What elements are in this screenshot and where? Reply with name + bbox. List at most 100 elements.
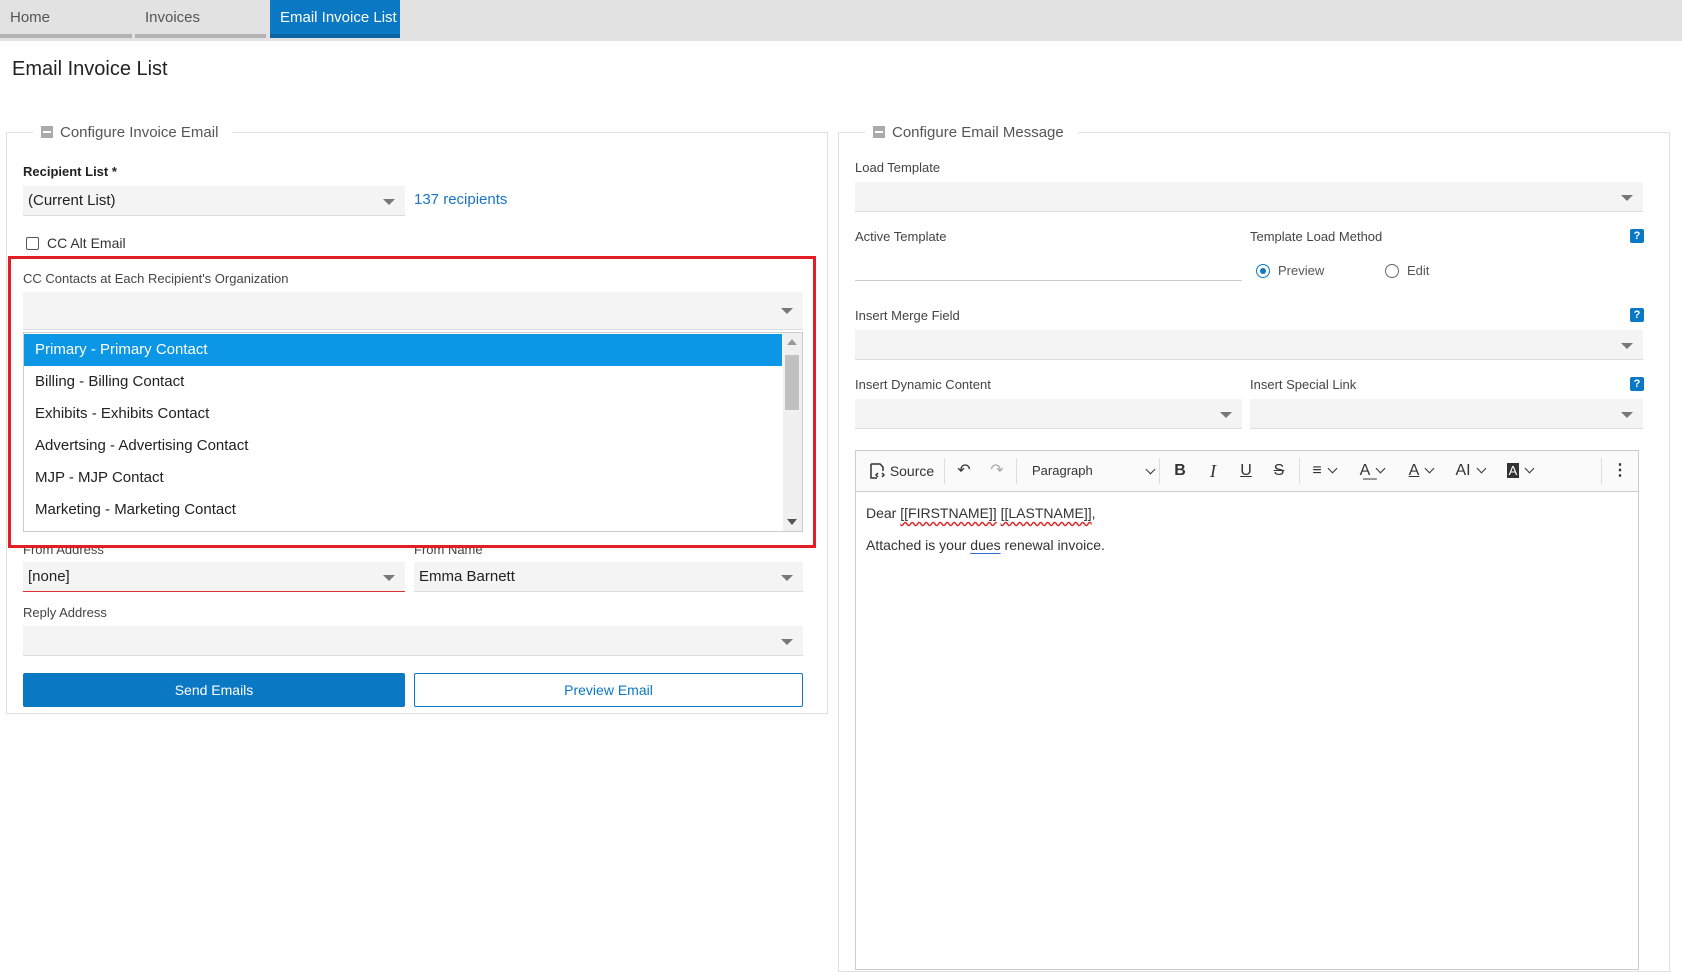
email-body-editor[interactable]: Source ↶ ↷ Paragraph B I U S ≡ A͟ A AI A… — [855, 450, 1639, 970]
radio-preview[interactable] — [1256, 264, 1270, 278]
cc-alt-email-checkbox[interactable] — [26, 237, 39, 250]
chevron-down-icon — [1476, 463, 1487, 474]
dues-text: dues — [970, 537, 1001, 553]
font-size-icon: A͟ — [1359, 462, 1371, 479]
font-family-icon: AI — [1455, 462, 1471, 479]
chevron-down-icon — [1375, 463, 1386, 474]
from-name-select[interactable]: Emma Barnett — [414, 562, 803, 592]
insert-special-link-label: Insert Special Link — [1250, 377, 1357, 392]
paragraph-dropdown[interactable]: Paragraph — [1024, 451, 1162, 491]
cc-contacts-select[interactable] — [23, 292, 803, 330]
radio-edit-label: Edit — [1407, 263, 1430, 278]
legend-text: Configure Invoice Email — [60, 124, 219, 141]
cc-alt-email-label: CC Alt Email — [47, 235, 126, 251]
recipient-count-link[interactable]: 137 recipients — [414, 191, 507, 208]
editor-line-2: Attached is your dues renewal invoice. — [866, 537, 1105, 553]
configure-invoice-email-legend[interactable]: Configure Invoice Email — [33, 123, 233, 143]
align-dropdown[interactable]: ≡ — [1304, 451, 1344, 491]
chevron-down-icon — [1621, 412, 1633, 418]
load-template-select[interactable] — [855, 182, 1643, 212]
insert-special-link-select[interactable] — [1250, 399, 1643, 429]
source-icon — [870, 463, 885, 479]
from-name-value: Emma Barnett — [419, 568, 515, 585]
body-text: renewal invoice. — [1000, 537, 1105, 553]
font-size-dropdown[interactable]: A͟ — [1351, 451, 1393, 491]
undo-icon: ↶ — [957, 462, 971, 479]
more-vertical-icon: ⋮ — [1612, 462, 1628, 479]
redo-button[interactable]: ↷ — [984, 451, 1010, 491]
help-icon[interactable]: ? — [1630, 377, 1644, 391]
scroll-down-icon[interactable] — [787, 519, 797, 525]
dropdown-scrollbar[interactable] — [783, 333, 802, 531]
tab-home[interactable]: Home — [0, 0, 132, 38]
help-icon[interactable]: ? — [1630, 229, 1644, 243]
preview-email-button[interactable]: Preview Email — [414, 673, 803, 707]
toolbar-divider — [1159, 458, 1160, 484]
body-text: Attached is your — [866, 537, 971, 553]
italic-button[interactable]: I — [1199, 451, 1227, 491]
from-address-select[interactable]: [none] — [23, 562, 405, 592]
firstname-merge-field: [[FIRSTNAME]] — [900, 505, 997, 521]
font-color-icon: A — [1408, 462, 1420, 479]
toolbar-divider — [1601, 458, 1602, 484]
insert-merge-field-select[interactable] — [855, 330, 1643, 360]
cc-contacts-dropdown-list[interactable]: Primary - Primary Contact Billing - Bill… — [23, 332, 803, 532]
chevron-down-icon — [383, 199, 395, 205]
reply-address-select[interactable] — [23, 626, 803, 656]
source-button[interactable]: Source — [864, 451, 938, 491]
page-title: Email Invoice List — [12, 58, 168, 80]
lastname-merge-field: [[LASTNAME]] — [1000, 505, 1092, 521]
option-primary[interactable]: Primary - Primary Contact — [24, 334, 782, 366]
radio-edit[interactable] — [1385, 264, 1399, 278]
chevron-down-icon — [1327, 463, 1338, 474]
paragraph-label: Paragraph — [1032, 463, 1093, 478]
recipient-list-select[interactable]: (Current List) — [23, 186, 405, 216]
chevron-down-icon — [1621, 343, 1633, 349]
comma-text: , — [1091, 505, 1096, 521]
send-emails-button[interactable]: Send Emails — [23, 673, 405, 707]
legend-text: Configure Email Message — [892, 124, 1064, 141]
chevron-down-icon — [1145, 464, 1156, 475]
insert-dynamic-content-label: Insert Dynamic Content — [855, 377, 991, 392]
option-marketing[interactable]: Marketing - Marketing Contact — [24, 494, 782, 526]
chevron-down-icon — [1424, 463, 1435, 474]
collapse-icon[interactable] — [873, 126, 885, 138]
scroll-thumb[interactable] — [785, 355, 799, 410]
chevron-down-icon — [1621, 195, 1633, 201]
option-advertising[interactable]: Advertsing - Advertising Contact — [24, 430, 782, 462]
load-template-label: Load Template — [855, 160, 941, 175]
option-exhibits[interactable]: Exhibits - Exhibits Contact — [24, 398, 782, 430]
insert-dynamic-content-select[interactable] — [855, 399, 1242, 429]
chevron-down-icon — [1524, 463, 1535, 474]
more-options-button[interactable]: ⋮ — [1608, 451, 1632, 491]
tab-email-invoice-list[interactable]: Email Invoice List — [270, 0, 400, 38]
source-label: Source — [889, 463, 935, 479]
font-family-dropdown[interactable]: AI — [1448, 451, 1492, 491]
bold-button[interactable]: B — [1166, 451, 1194, 491]
collapse-icon[interactable] — [41, 126, 53, 138]
underline-button[interactable]: U — [1232, 451, 1260, 491]
editor-line-1: Dear [[FIRSTNAME]] [[LASTNAME]], — [866, 505, 1096, 521]
redo-icon: ↷ — [990, 462, 1004, 479]
configure-email-message-legend[interactable]: Configure Email Message — [865, 123, 1078, 143]
toolbar-divider — [1016, 458, 1017, 484]
chevron-down-icon — [781, 308, 793, 314]
chevron-down-icon — [383, 575, 395, 581]
help-icon[interactable]: ? — [1630, 308, 1644, 322]
insert-merge-field-label: Insert Merge Field — [855, 308, 960, 323]
editor-toolbar: Source ↶ ↷ Paragraph B I U S ≡ A͟ A AI A… — [856, 451, 1638, 492]
reply-address-label: Reply Address — [23, 605, 107, 620]
undo-button[interactable]: ↶ — [951, 451, 977, 491]
scroll-up-icon[interactable] — [787, 339, 797, 345]
tab-bar: Home Invoices Email Invoice List — [0, 0, 1682, 41]
tab-invoices[interactable]: Invoices — [135, 0, 266, 38]
font-color-dropdown[interactable]: A — [1401, 451, 1441, 491]
chevron-down-icon — [1220, 412, 1232, 418]
chevron-down-icon — [781, 639, 793, 645]
strikethrough-button[interactable]: S — [1265, 451, 1293, 491]
background-color-icon: A — [1506, 463, 1520, 478]
active-template-input[interactable] — [855, 252, 1242, 281]
background-color-dropdown[interactable]: A — [1499, 451, 1541, 491]
option-mjp[interactable]: MJP - MJP Contact — [24, 462, 782, 494]
option-billing[interactable]: Billing - Billing Contact — [24, 366, 782, 398]
